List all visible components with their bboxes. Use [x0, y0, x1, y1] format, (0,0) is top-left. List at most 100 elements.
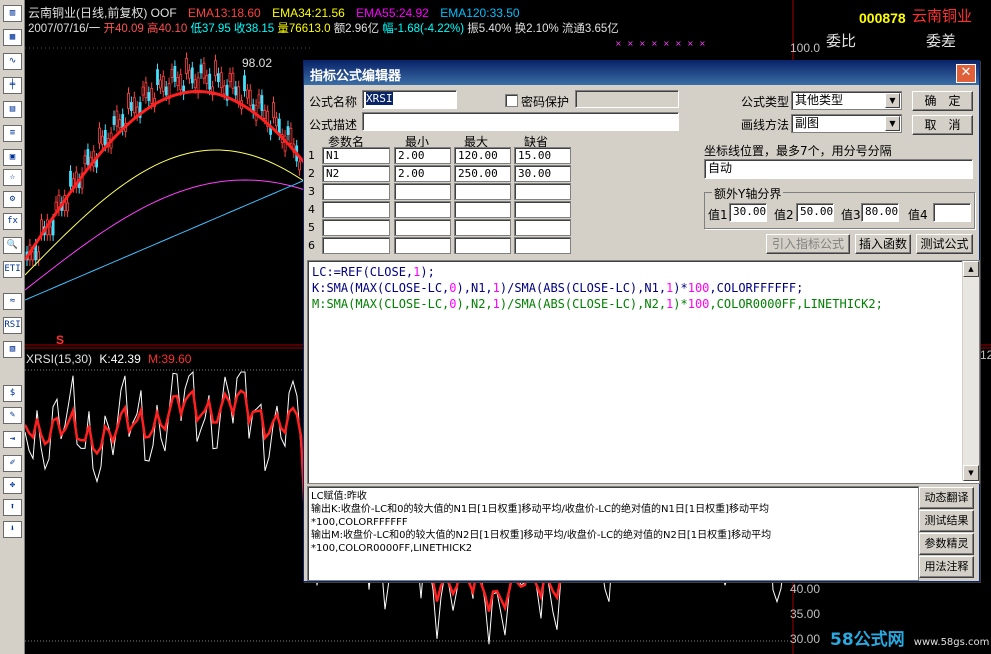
formula-name-value: XRSI: [366, 92, 393, 105]
line-icon[interactable]: ∿: [3, 53, 22, 70]
ok-button[interactable]: 确 定: [912, 91, 973, 111]
candle-body: [66, 202, 69, 212]
param-row-number: 2: [308, 167, 315, 180]
code-token: )/SMA(ABS(CLOSE-LC),N1,: [499, 281, 667, 295]
y-value-input[interactable]: 50.00: [796, 203, 834, 222]
chart-icon[interactable]: ▥: [3, 5, 22, 22]
open-label: 开40.09: [103, 23, 144, 35]
param-max-cell[interactable]: 120.00: [454, 147, 511, 164]
eti-icon[interactable]: ETI: [3, 261, 22, 278]
table-icon[interactable]: ▤: [3, 101, 22, 118]
param-default-cell[interactable]: [514, 219, 571, 236]
password-input: [575, 90, 679, 108]
partial-tick: 12: [980, 348, 991, 362]
in-icon[interactable]: ⇥: [3, 431, 22, 448]
code-token: LC:=REF(: [312, 265, 370, 279]
candle-icon[interactable]: ╪: [3, 77, 22, 94]
side-button[interactable]: 动态翻译: [919, 487, 974, 509]
editor-scrollbar[interactable]: ▲ ▼: [962, 261, 979, 481]
code-token: ,COLOR0000FF,LINETHICK2;: [709, 297, 883, 311]
param-name-cell[interactable]: [322, 219, 390, 236]
param-default-cell[interactable]: [514, 237, 571, 254]
param-default-cell[interactable]: [514, 183, 571, 200]
insert-function-button[interactable]: 插入函数: [855, 234, 911, 254]
down-icon[interactable]: ⬇: [3, 521, 22, 538]
param-default-cell[interactable]: 15.00: [514, 147, 571, 164]
param-min-cell[interactable]: [394, 237, 451, 254]
param-min-cell[interactable]: [394, 219, 451, 236]
candle-body: [170, 69, 174, 78]
formula-desc-input[interactable]: [362, 112, 679, 131]
rsi-icon[interactable]: RSI: [3, 317, 22, 334]
param-min-cell[interactable]: 2.00: [394, 165, 451, 182]
doc-icon[interactable]: ▣: [3, 149, 22, 166]
candle-body: [245, 89, 249, 99]
param-max-cell[interactable]: 250.00: [454, 165, 511, 182]
up-icon[interactable]: ⬆: [3, 499, 22, 516]
move-icon[interactable]: ✥: [3, 477, 22, 494]
gear-icon[interactable]: ⚙: [3, 191, 22, 208]
param-max-cell[interactable]: [454, 201, 511, 218]
candle-body: [277, 118, 281, 135]
coord-input[interactable]: 自动: [704, 159, 973, 179]
param-default-cell[interactable]: [514, 201, 571, 218]
calc-icon[interactable]: ▧: [3, 341, 22, 358]
side-button[interactable]: 参数精灵: [919, 533, 974, 555]
param-row-number: 6: [308, 239, 315, 252]
formula-name-input[interactable]: XRSI: [362, 90, 457, 109]
find-icon[interactable]: 🔍: [3, 237, 22, 254]
param-min-cell[interactable]: [394, 183, 451, 200]
tool-icon[interactable]: ✎: [3, 407, 22, 424]
candle-body: [37, 251, 41, 261]
scroll-down-icon[interactable]: ▼: [963, 465, 979, 481]
side-button[interactable]: 用法注释: [919, 556, 974, 578]
param-min-cell[interactable]: 2.00: [394, 147, 451, 164]
password-checkbox[interactable]: [505, 94, 518, 107]
cancel-button[interactable]: 取 消: [912, 115, 973, 135]
draw-method-select[interactable]: 副图 ▼: [791, 114, 902, 133]
wave-icon[interactable]: ≈: [3, 293, 22, 310]
dialog-title-bar[interactable]: 指标公式编辑器 ✕: [304, 61, 979, 85]
close-button[interactable]: ✕: [956, 64, 976, 83]
param-max-cell[interactable]: [454, 219, 511, 236]
y-value-input[interactable]: 30.00: [729, 203, 767, 222]
param-min-cell[interactable]: [394, 201, 451, 218]
param-max-cell[interactable]: [454, 237, 511, 254]
marker-dot: ×: [627, 39, 634, 48]
candle-body: [193, 79, 197, 89]
candle-body: [298, 161, 302, 171]
code-line: LC:=REF(CLOSE,1);: [312, 264, 435, 280]
candle-body: [219, 72, 223, 89]
dollar-icon[interactable]: $: [3, 385, 22, 402]
fx-icon[interactable]: fx: [3, 213, 22, 230]
ema34-line: [25, 149, 306, 276]
candle-body: [243, 75, 246, 92]
pen-icon[interactable]: ✐: [3, 455, 22, 472]
code-line: M:SMA(MAX(CLOSE-LC,0),N2,1)/SMA(ABS(CLOS…: [312, 296, 883, 312]
candle-body: [132, 97, 136, 114]
param-name-cell[interactable]: [322, 183, 390, 200]
formula-type-select[interactable]: 其他类型 ▼: [791, 91, 902, 110]
param-name-cell[interactable]: N2: [322, 165, 390, 182]
candle-body: [54, 201, 58, 211]
coord-value: 自动: [708, 161, 733, 175]
list-icon[interactable]: ≡: [3, 125, 22, 142]
y-value-label: 值1: [708, 208, 728, 222]
grid-icon[interactable]: ▦: [3, 29, 22, 46]
scroll-up-icon[interactable]: ▲: [963, 261, 979, 277]
code-token: );: [420, 265, 435, 279]
import-formula-button: 引入指标公式: [766, 234, 850, 254]
code-editor[interactable]: LC:=REF(CLOSE,1); K:SMA(MAX(CLOSE-LC,0),N…: [307, 260, 980, 484]
param-name-cell[interactable]: [322, 201, 390, 218]
code-token: )*: [673, 281, 688, 295]
y-value-input[interactable]: 80.00: [861, 203, 899, 222]
marker-dot: ×: [699, 39, 706, 48]
param-name-cell[interactable]: [322, 237, 390, 254]
test-formula-button[interactable]: 测试公式: [916, 234, 973, 254]
star-icon[interactable]: ☆: [3, 169, 22, 186]
param-name-cell[interactable]: N1: [322, 147, 390, 164]
side-button[interactable]: 测试结果: [919, 510, 974, 532]
param-max-cell[interactable]: [454, 183, 511, 200]
param-default-cell[interactable]: 30.00: [514, 165, 571, 182]
y-value-input[interactable]: [933, 203, 971, 222]
